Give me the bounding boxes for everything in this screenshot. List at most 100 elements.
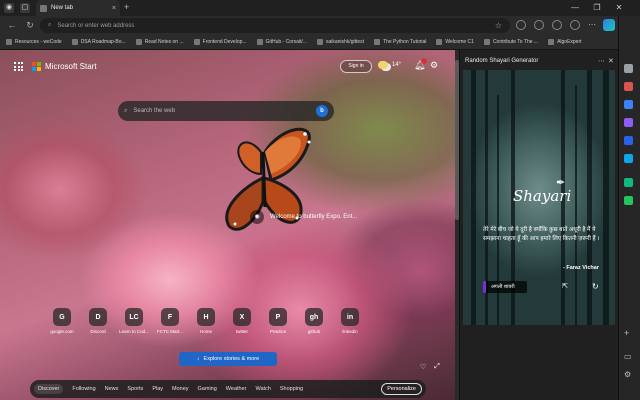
quicklink-github[interactable]: gh github <box>302 308 326 340</box>
back-button[interactable]: ← <box>6 20 18 30</box>
search-input[interactable]: Search the web <box>133 108 175 114</box>
tools-icon[interactable] <box>624 100 633 109</box>
tab-title: New tab <box>51 5 74 11</box>
more-menu-icon[interactable]: ⋯ <box>588 20 596 29</box>
quicklink-linkedin[interactable]: in linkedin <box>338 308 362 340</box>
share-icon[interactable]: ⇱ <box>562 282 568 290</box>
personalize-button[interactable]: Personalize <box>381 383 422 395</box>
quicklink-twitter[interactable]: Xtwitter <box>230 308 254 340</box>
tab-play[interactable]: Play <box>152 386 163 392</box>
tab-sports[interactable]: Sports <box>127 386 143 392</box>
sidebar-rail <box>618 16 640 400</box>
explore-stories-button[interactable]: ↓ Explore stories & more <box>179 352 277 366</box>
extension-app-icon[interactable] <box>624 196 633 205</box>
folder-icon <box>548 39 555 45</box>
address-placeholder: Search or enter web address <box>57 22 135 29</box>
shayari-author: - Faraz Vichar <box>563 265 599 271</box>
collections-icon[interactable] <box>570 20 580 30</box>
profile-icon[interactable]: ◉ <box>4 3 14 13</box>
expand-icon[interactable]: ⤢ <box>434 363 440 371</box>
weather-icon[interactable] <box>378 61 388 69</box>
workspaces-icon[interactable]: ▢ <box>20 3 30 13</box>
sidebar-settings-icon[interactable]: ⚙ <box>624 370 631 379</box>
quicklink-google[interactable]: Ggoogle.com <box>50 308 74 340</box>
tab-gaming[interactable]: Gaming <box>198 386 217 392</box>
shayari-logo: Shayari <box>513 187 572 205</box>
side-panel-close-icon[interactable]: ✕ <box>608 57 614 65</box>
page-settings-icon[interactable]: ⚙ <box>430 60 438 71</box>
bookmark-item[interactable]: The Python Tutorial <box>374 39 426 45</box>
tab-close-icon[interactable]: × <box>112 5 116 12</box>
tab-news[interactable]: News <box>105 386 119 392</box>
extensions-icon[interactable] <box>516 20 526 30</box>
camera-icon[interactable]: ◉ <box>250 210 264 224</box>
copilot-icon[interactable] <box>603 19 615 31</box>
home-icon: H <box>197 308 215 326</box>
next-shayari-button[interactable]: अगली शायरी <box>483 281 527 293</box>
minimize-button[interactable]: — <box>566 3 584 12</box>
drop-icon[interactable] <box>624 178 633 187</box>
learn-to-code-icon: LC <box>125 308 143 326</box>
outlook-icon[interactable] <box>624 154 633 163</box>
bookmark-item[interactable]: Read Notes on ... <box>135 39 184 45</box>
quicklink-home[interactable]: H Home <box>194 308 218 340</box>
notification-badge <box>421 58 427 64</box>
quicklink-practice[interactable]: P Practice <box>266 308 290 340</box>
weather-temperature[interactable]: 14° <box>392 62 401 68</box>
bookmark-favicon-icon <box>436 39 443 45</box>
bookmark-item[interactable]: saikanishk/gittest <box>316 39 364 45</box>
refresh-icon[interactable]: ↻ <box>592 282 599 291</box>
bookmark-favicon-icon <box>193 39 200 45</box>
tab-new-tab[interactable]: New tab × <box>36 0 120 16</box>
games-icon[interactable] <box>624 118 633 127</box>
bookmark-favicon-icon <box>6 39 12 45</box>
new-tab-button[interactable]: + <box>124 2 129 12</box>
tab-following[interactable]: Following <box>72 386 95 392</box>
new-tab-page: Microsoft Start Sign in 14° 🔔︎ ⚙ ⌕ Searc… <box>0 50 455 400</box>
quicklink-fctc[interactable]: F FCTC Mart... <box>157 308 183 340</box>
like-image-icon[interactable]: ♡ <box>420 363 426 371</box>
github-icon <box>316 39 323 45</box>
split-screen-icon[interactable] <box>534 20 544 30</box>
favorites-icon[interactable] <box>552 20 562 30</box>
side-panel-title: Random Shayari Generator <box>465 58 539 64</box>
favorite-star-icon[interactable]: ☆ <box>495 21 502 30</box>
tab-shopping[interactable]: Shopping <box>280 386 303 392</box>
hide-sidebar-icon[interactable]: ▭ <box>624 352 632 361</box>
bookmark-favicon-icon <box>135 39 142 45</box>
add-app-icon[interactable]: + <box>624 328 629 338</box>
bookmark-item[interactable]: Frontend Develop... <box>193 39 247 45</box>
maximize-button[interactable]: ❐ <box>588 3 606 12</box>
image-info[interactable]: ◉ Welcome to butterfly Expo. Ent... <box>250 206 420 228</box>
bookmark-item[interactable]: DSA Roadmap-Bo... <box>71 39 126 45</box>
bing-chat-icon[interactable]: b <box>316 105 328 117</box>
tab-watch[interactable]: Watch <box>255 386 270 392</box>
bookmark-item[interactable]: Welcome C1 <box>436 39 474 45</box>
bookmark-item[interactable]: GitHub - Corsait/... <box>256 39 307 45</box>
refresh-button[interactable]: ↻ <box>24 20 36 31</box>
shopping-icon[interactable] <box>624 82 633 91</box>
bookmark-item[interactable]: Contribute To The ... <box>483 39 538 45</box>
arrow-down-icon: ↓ <box>196 356 200 362</box>
side-panel-more-icon[interactable]: ⋯ <box>598 57 605 65</box>
tab-money[interactable]: Money <box>172 386 189 392</box>
search-icon[interactable] <box>624 64 633 73</box>
feather-icon: ✒ <box>556 177 566 189</box>
feed-navigation: Discover Following News Sports Play Mone… <box>30 380 426 398</box>
github-icon <box>256 39 263 45</box>
tab-weather[interactable]: Weather <box>226 386 247 392</box>
sign-in-button[interactable]: Sign in <box>340 60 372 73</box>
address-bar[interactable]: ⌕ Search or enter web address ☆ <box>40 18 510 33</box>
shayari-text: तेरे मेरे बीच जो ये दूरी है क्योंकि कुछ … <box>483 227 600 242</box>
quicklink-discord[interactable]: D Discord <box>86 308 110 340</box>
close-window-button[interactable]: ✕ <box>610 3 628 12</box>
app-launcher-icon[interactable] <box>14 62 23 71</box>
x-icon: X <box>233 308 251 326</box>
quicklink-learn-to-code[interactable]: LC Learn to Cod... <box>119 308 149 340</box>
bookmark-item[interactable]: Resources - weCode <box>6 39 62 45</box>
web-search-box[interactable]: ⌕ Search the web b <box>118 101 334 121</box>
microsoft-365-icon[interactable] <box>624 136 633 145</box>
python-icon <box>374 39 381 45</box>
tab-discover[interactable]: Discover <box>34 384 64 394</box>
bookmark-item[interactable]: AlgoExpert <box>548 39 582 45</box>
